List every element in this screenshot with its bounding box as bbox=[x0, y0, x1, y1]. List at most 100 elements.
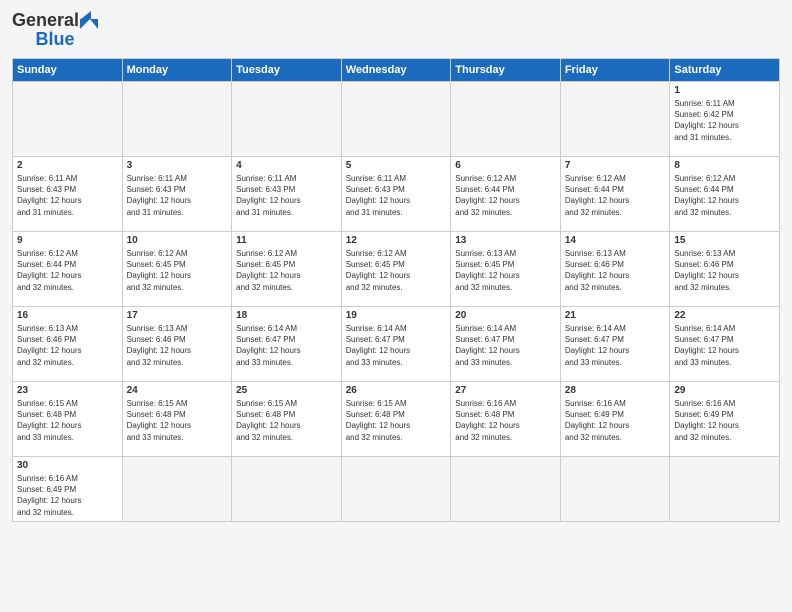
day-info: Sunrise: 6:11 AMSunset: 6:43 PMDaylight:… bbox=[17, 173, 118, 218]
col-header-sunday: Sunday bbox=[13, 59, 123, 82]
day-info: Sunrise: 6:13 AMSunset: 6:46 PMDaylight:… bbox=[565, 248, 666, 293]
day-cell: 10 Sunrise: 6:12 AMSunset: 6:45 PMDayligh… bbox=[122, 232, 232, 307]
day-cell: 29 Sunrise: 6:16 AMSunset: 6:49 PMDayligh… bbox=[670, 382, 780, 457]
day-number: 29 bbox=[674, 385, 775, 396]
day-number: 7 bbox=[565, 160, 666, 171]
day-cell: 14 Sunrise: 6:13 AMSunset: 6:46 PMDayligh… bbox=[560, 232, 670, 307]
day-info: Sunrise: 6:13 AMSunset: 6:46 PMDaylight:… bbox=[127, 323, 228, 368]
day-info: Sunrise: 6:15 AMSunset: 6:48 PMDaylight:… bbox=[346, 398, 447, 443]
col-header-wednesday: Wednesday bbox=[341, 59, 451, 82]
day-info: Sunrise: 6:12 AMSunset: 6:44 PMDaylight:… bbox=[455, 173, 556, 218]
day-info: Sunrise: 6:12 AMSunset: 6:45 PMDaylight:… bbox=[127, 248, 228, 293]
day-cell: 16 Sunrise: 6:13 AMSunset: 6:46 PMDayligh… bbox=[13, 307, 123, 382]
day-number: 14 bbox=[565, 235, 666, 246]
day-cell: 8 Sunrise: 6:12 AMSunset: 6:44 PMDaylight… bbox=[670, 157, 780, 232]
day-info: Sunrise: 6:13 AMSunset: 6:46 PMDaylight:… bbox=[17, 323, 118, 368]
day-number: 10 bbox=[127, 235, 228, 246]
header: General Blue bbox=[12, 10, 780, 50]
logo: General Blue bbox=[12, 10, 98, 50]
day-number: 12 bbox=[346, 235, 447, 246]
day-cell bbox=[122, 457, 232, 522]
day-cell: 12 Sunrise: 6:12 AMSunset: 6:45 PMDayligh… bbox=[341, 232, 451, 307]
day-cell: 17 Sunrise: 6:13 AMSunset: 6:46 PMDayligh… bbox=[122, 307, 232, 382]
day-number: 2 bbox=[17, 160, 118, 171]
week-row-1: 2 Sunrise: 6:11 AMSunset: 6:43 PMDaylight… bbox=[13, 157, 780, 232]
day-number: 21 bbox=[565, 310, 666, 321]
day-number: 4 bbox=[236, 160, 337, 171]
day-number: 25 bbox=[236, 385, 337, 396]
day-cell: 28 Sunrise: 6:16 AMSunset: 6:49 PMDayligh… bbox=[560, 382, 670, 457]
week-row-2: 9 Sunrise: 6:12 AMSunset: 6:44 PMDaylight… bbox=[13, 232, 780, 307]
day-cell: 23 Sunrise: 6:15 AMSunset: 6:48 PMDayligh… bbox=[13, 382, 123, 457]
day-cell: 22 Sunrise: 6:14 AMSunset: 6:47 PMDayligh… bbox=[670, 307, 780, 382]
week-row-4: 23 Sunrise: 6:15 AMSunset: 6:48 PMDayligh… bbox=[13, 382, 780, 457]
col-header-tuesday: Tuesday bbox=[232, 59, 342, 82]
day-info: Sunrise: 6:14 AMSunset: 6:47 PMDaylight:… bbox=[346, 323, 447, 368]
day-info: Sunrise: 6:14 AMSunset: 6:47 PMDaylight:… bbox=[236, 323, 337, 368]
day-info: Sunrise: 6:12 AMSunset: 6:44 PMDaylight:… bbox=[565, 173, 666, 218]
day-cell bbox=[232, 457, 342, 522]
day-cell: 18Sunrise: 6:14 AMSunset: 6:47 PMDayligh… bbox=[232, 307, 342, 382]
day-cell: 5 Sunrise: 6:11 AMSunset: 6:43 PMDaylight… bbox=[341, 157, 451, 232]
calendar-header-row: SundayMondayTuesdayWednesdayThursdayFrid… bbox=[13, 59, 780, 82]
day-number: 17 bbox=[127, 310, 228, 321]
week-row-5: 30 Sunrise: 6:16 AMSunset: 6:49 PMDayligh… bbox=[13, 457, 780, 522]
day-number: 6 bbox=[455, 160, 556, 171]
day-info: Sunrise: 6:11 AMSunset: 6:43 PMDaylight:… bbox=[346, 173, 447, 218]
day-number: 26 bbox=[346, 385, 447, 396]
day-cell bbox=[451, 457, 561, 522]
logo-general: General bbox=[12, 10, 79, 31]
week-row-0: 1 Sunrise: 6:11 AMSunset: 6:42 PMDaylight… bbox=[13, 82, 780, 157]
col-header-thursday: Thursday bbox=[451, 59, 561, 82]
day-info: Sunrise: 6:12 AMSunset: 6:45 PMDaylight:… bbox=[346, 248, 447, 293]
day-number: 24 bbox=[127, 385, 228, 396]
day-number: 16 bbox=[17, 310, 118, 321]
day-cell bbox=[560, 82, 670, 157]
day-cell: 30 Sunrise: 6:16 AMSunset: 6:49 PMDayligh… bbox=[13, 457, 123, 522]
day-number: 30 bbox=[17, 460, 118, 471]
day-number: 9 bbox=[17, 235, 118, 246]
day-info: Sunrise: 6:16 AMSunset: 6:49 PMDaylight:… bbox=[674, 398, 775, 443]
day-info: Sunrise: 6:12 AMSunset: 6:44 PMDaylight:… bbox=[674, 173, 775, 218]
day-cell bbox=[13, 82, 123, 157]
logo-blue: Blue bbox=[36, 29, 75, 50]
day-number: 23 bbox=[17, 385, 118, 396]
day-cell: 2 Sunrise: 6:11 AMSunset: 6:43 PMDaylight… bbox=[13, 157, 123, 232]
day-cell bbox=[232, 82, 342, 157]
day-cell: 13 Sunrise: 6:13 AMSunset: 6:45 PMDayligh… bbox=[451, 232, 561, 307]
calendar: SundayMondayTuesdayWednesdayThursdayFrid… bbox=[12, 58, 780, 522]
day-info: Sunrise: 6:13 AMSunset: 6:45 PMDaylight:… bbox=[455, 248, 556, 293]
day-info: Sunrise: 6:16 AMSunset: 6:49 PMDaylight:… bbox=[17, 473, 118, 518]
day-cell bbox=[670, 457, 780, 522]
day-info: Sunrise: 6:14 AMSunset: 6:47 PMDaylight:… bbox=[674, 323, 775, 368]
day-cell bbox=[451, 82, 561, 157]
day-number: 5 bbox=[346, 160, 447, 171]
day-info: Sunrise: 6:15 AMSunset: 6:48 PMDaylight:… bbox=[17, 398, 118, 443]
day-number: 8 bbox=[674, 160, 775, 171]
day-number: 20 bbox=[455, 310, 556, 321]
day-cell: 4 Sunrise: 6:11 AMSunset: 6:43 PMDaylight… bbox=[232, 157, 342, 232]
day-number: 3 bbox=[127, 160, 228, 171]
day-info: Sunrise: 6:11 AMSunset: 6:42 PMDaylight:… bbox=[674, 98, 775, 143]
day-info: Sunrise: 6:14 AMSunset: 6:47 PMDaylight:… bbox=[455, 323, 556, 368]
day-number: 1 bbox=[674, 85, 775, 96]
day-cell: 26 Sunrise: 6:15 AMSunset: 6:48 PMDayligh… bbox=[341, 382, 451, 457]
day-cell: 3Sunrise: 6:11 AMSunset: 6:43 PMDaylight… bbox=[122, 157, 232, 232]
day-cell: 20 Sunrise: 6:14 AMSunset: 6:47 PMDayligh… bbox=[451, 307, 561, 382]
day-number: 13 bbox=[455, 235, 556, 246]
col-header-monday: Monday bbox=[122, 59, 232, 82]
col-header-friday: Friday bbox=[560, 59, 670, 82]
day-info: Sunrise: 6:12 AMSunset: 6:44 PMDaylight:… bbox=[17, 248, 118, 293]
day-cell bbox=[341, 82, 451, 157]
day-number: 28 bbox=[565, 385, 666, 396]
day-info: Sunrise: 6:15 AMSunset: 6:48 PMDaylight:… bbox=[127, 398, 228, 443]
day-number: 22 bbox=[674, 310, 775, 321]
day-cell: 24 Sunrise: 6:15 AMSunset: 6:48 PMDayligh… bbox=[122, 382, 232, 457]
day-number: 11 bbox=[236, 235, 337, 246]
day-info: Sunrise: 6:16 AMSunset: 6:48 PMDaylight:… bbox=[455, 398, 556, 443]
col-header-saturday: Saturday bbox=[670, 59, 780, 82]
day-info: Sunrise: 6:11 AMSunset: 6:43 PMDaylight:… bbox=[236, 173, 337, 218]
day-info: Sunrise: 6:16 AMSunset: 6:49 PMDaylight:… bbox=[565, 398, 666, 443]
day-cell: 25Sunrise: 6:15 AMSunset: 6:48 PMDayligh… bbox=[232, 382, 342, 457]
page: General Blue SundayMondayTuesda bbox=[0, 0, 792, 612]
